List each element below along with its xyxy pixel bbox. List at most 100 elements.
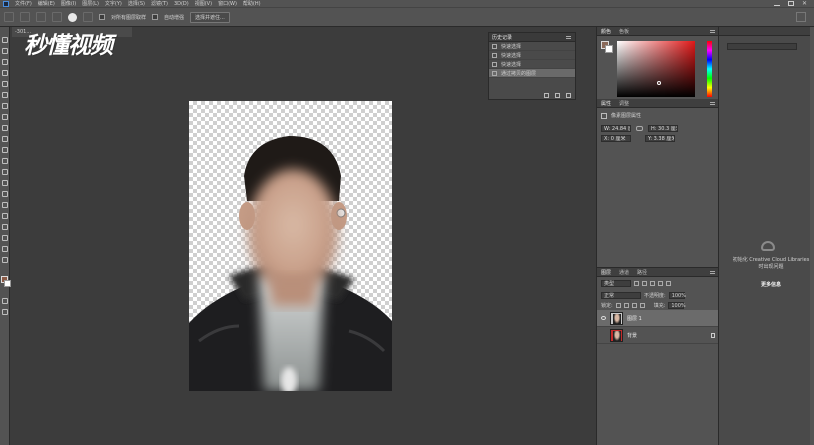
libraries-panel: 初始化 Creative Cloud Libraries 时出现问题 更多信息: [718, 27, 814, 445]
add-to-selection-icon[interactable]: [36, 12, 46, 22]
menu-edit[interactable]: 编辑(E): [38, 0, 55, 7]
new-selection-icon[interactable]: [20, 12, 30, 22]
color-picker-field[interactable]: [617, 41, 695, 97]
panel-menu-icon[interactable]: [710, 101, 715, 105]
tab-history[interactable]: 历史记录: [492, 34, 512, 41]
path-selection-tool-icon[interactable]: [1, 213, 8, 219]
brush-size-picker-icon[interactable]: [68, 12, 77, 22]
background-color-swatch[interactable]: [605, 45, 613, 53]
eraser-tool-icon[interactable]: [1, 147, 8, 153]
menu-view[interactable]: 视图(V): [195, 0, 212, 7]
width-field[interactable]: W: 24.84 厘米: [601, 124, 631, 132]
rectangle-tool-icon[interactable]: [1, 224, 8, 230]
lock-position-icon[interactable]: [631, 302, 637, 308]
snapshot-camera-icon[interactable]: [555, 93, 560, 98]
menu-image[interactable]: 图像(I): [61, 0, 76, 7]
brush-tool-icon[interactable]: [1, 114, 8, 120]
history-brush-tool-icon[interactable]: [1, 136, 8, 142]
history-step[interactable]: 快速选择: [489, 42, 575, 51]
auto-enhance-checkbox[interactable]: [152, 14, 159, 20]
minimize-icon[interactable]: [774, 1, 780, 6]
link-proportions-icon[interactable]: [636, 125, 643, 131]
color-picker-ring[interactable]: [657, 81, 661, 85]
layer-row-background[interactable]: 背景: [597, 327, 719, 344]
workspace-switcher-icon[interactable]: [796, 12, 806, 22]
menu-help[interactable]: 帮助(H): [243, 0, 261, 7]
panel-menu-icon[interactable]: [710, 29, 715, 33]
sample-all-layers-checkbox[interactable]: [99, 14, 105, 20]
visibility-eye-icon[interactable]: [601, 316, 606, 320]
tools-panel: [0, 27, 11, 445]
menu-layer[interactable]: 图层(L): [82, 0, 99, 7]
filter-smart-object-icon[interactable]: [666, 281, 671, 286]
layer-filter-dropdown[interactable]: 类型: [601, 280, 631, 287]
opacity-label: 不透明度:: [644, 292, 666, 299]
dodge-tool-icon[interactable]: [1, 180, 8, 186]
tab-paths[interactable]: 路径: [637, 269, 647, 276]
hand-tool-icon[interactable]: [1, 235, 8, 241]
hue-slider[interactable]: [707, 41, 712, 97]
filter-type-icon[interactable]: [650, 281, 655, 286]
clone-stamp-tool-icon[interactable]: [1, 125, 8, 131]
move-tool-icon[interactable]: [1, 37, 8, 43]
x-field[interactable]: X: 0 厘米: [601, 134, 631, 142]
tab-swatches[interactable]: 色板: [619, 28, 629, 35]
new-document-from-state-icon[interactable]: [544, 93, 549, 98]
background-color-swatch[interactable]: [3, 280, 11, 287]
layer-row-layer1[interactable]: 图层 1: [597, 310, 719, 327]
pen-tool-icon[interactable]: [1, 191, 8, 197]
blend-mode-dropdown[interactable]: 正常: [601, 291, 641, 299]
menu-file[interactable]: 文件(F): [15, 0, 32, 7]
lock-all-icon[interactable]: [639, 302, 645, 308]
lock-transparency-icon[interactable]: [615, 302, 621, 308]
history-step-selected[interactable]: 通过拷贝的图层: [489, 69, 575, 78]
subtract-from-selection-icon[interactable]: [52, 12, 62, 22]
filter-adjustment-icon[interactable]: [642, 281, 647, 286]
crop-tool-icon[interactable]: [1, 81, 8, 87]
more-tools-icon[interactable]: [1, 257, 8, 263]
maximize-icon[interactable]: [788, 1, 794, 6]
select-and-mask-button[interactable]: 选择并遮住...: [190, 11, 230, 23]
blur-tool-icon[interactable]: [1, 169, 8, 175]
history-step[interactable]: 快速选择: [489, 60, 575, 69]
marquee-tool-icon[interactable]: [1, 48, 8, 54]
healing-brush-tool-icon[interactable]: [1, 103, 8, 109]
height-field[interactable]: H: 30.3 厘米: [648, 124, 678, 132]
tab-properties[interactable]: 属性: [601, 100, 611, 107]
trash-icon[interactable]: [566, 93, 571, 98]
zoom-tool-icon[interactable]: [1, 246, 8, 252]
panel-menu-icon[interactable]: [566, 35, 571, 39]
menu-select[interactable]: 选择(S): [128, 0, 145, 7]
opacity-field[interactable]: 100%: [668, 291, 686, 299]
y-field[interactable]: Y: 3.38 厘米: [645, 134, 675, 142]
image-canvas[interactable]: [189, 101, 392, 391]
quick-selection-tool-icon[interactable]: [1, 70, 8, 76]
tab-color[interactable]: 颜色: [601, 28, 611, 35]
menu-3d[interactable]: 3D(D): [174, 1, 189, 7]
quick-mask-icon[interactable]: [1, 298, 8, 304]
library-dropdown[interactable]: [727, 43, 797, 50]
type-tool-icon[interactable]: [1, 202, 8, 208]
quick-selection-tool-icon[interactable]: [4, 12, 14, 22]
collapsed-panel-strip[interactable]: [810, 27, 814, 445]
tab-adjustments[interactable]: 调整: [619, 100, 629, 107]
panel-menu-icon[interactable]: [710, 270, 715, 274]
menu-filter[interactable]: 滤镜(T): [151, 0, 168, 7]
tab-layers[interactable]: 图层: [601, 269, 611, 276]
gradient-tool-icon[interactable]: [1, 158, 8, 164]
eyedropper-tool-icon[interactable]: [1, 92, 8, 98]
lasso-tool-icon[interactable]: [1, 59, 8, 65]
brush-angle-icon[interactable]: [83, 12, 93, 22]
filter-shape-icon[interactable]: [658, 281, 663, 286]
visibility-eye-icon[interactable]: [601, 333, 606, 337]
history-step[interactable]: 快速选择: [489, 51, 575, 60]
fill-field[interactable]: 100%: [668, 301, 686, 309]
close-icon[interactable]: ✕: [802, 1, 808, 7]
screen-mode-icon[interactable]: [1, 309, 8, 315]
lock-pixels-icon[interactable]: [623, 302, 629, 308]
menu-window[interactable]: 窗口(W): [218, 0, 237, 7]
filter-pixel-icon[interactable]: [634, 281, 639, 286]
tab-channels[interactable]: 通道: [619, 269, 629, 276]
more-info-link[interactable]: 更多信息: [731, 281, 811, 288]
menu-type[interactable]: 文字(Y): [105, 0, 122, 7]
